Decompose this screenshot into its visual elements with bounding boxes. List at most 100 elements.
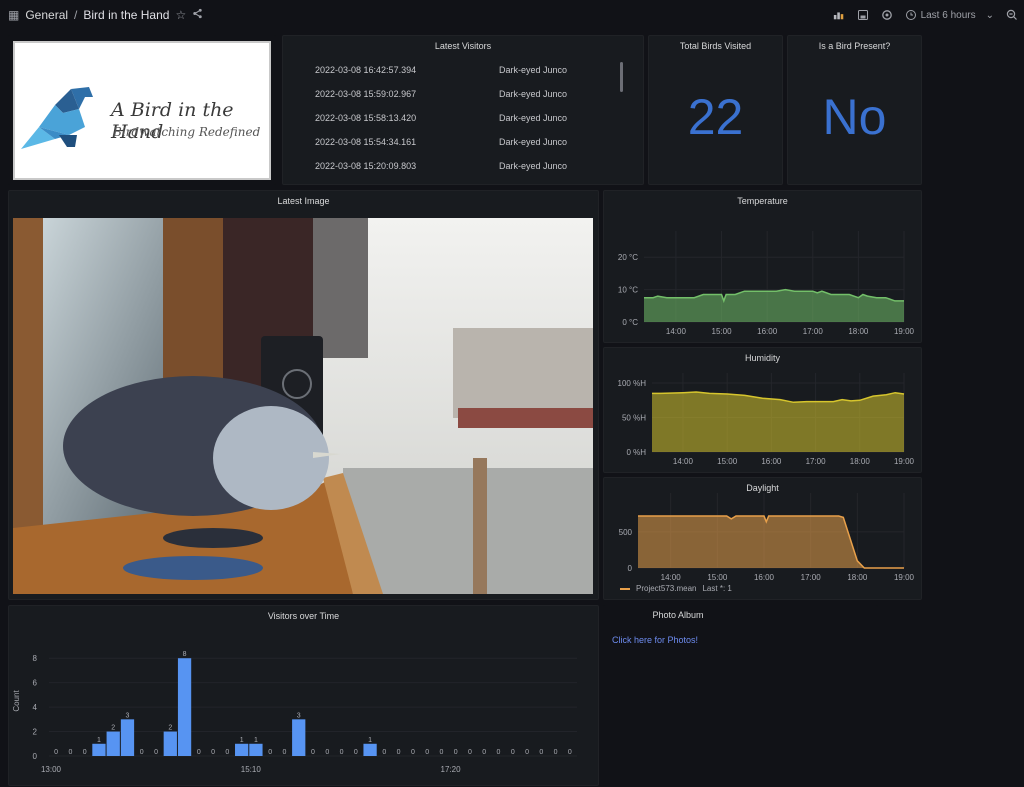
- logo-image: A Bird in the Hand Birdwatching Redefine…: [13, 41, 271, 180]
- bar-value-label: 0: [439, 749, 443, 756]
- y-tick-label: 0: [628, 564, 633, 573]
- visit-time: 2022-03-08 15:20:09.803: [315, 161, 417, 171]
- bar-value-label: 2: [111, 725, 115, 732]
- share-icon[interactable]: [192, 8, 203, 22]
- time-range-picker[interactable]: Last 6 hours ⌄: [905, 9, 994, 21]
- logo-subtitle: Birdwatching Redefined: [113, 125, 261, 139]
- y-tick-label: 0 °C: [622, 318, 638, 327]
- y-tick-label: 50 %H: [622, 414, 646, 423]
- save-icon: [857, 10, 868, 20]
- photo-album-link[interactable]: Click here for Photos!: [612, 635, 698, 645]
- legend-swatch: [620, 587, 630, 590]
- x-tick-label: 16:00: [761, 457, 782, 466]
- bar-value-label: 0: [311, 749, 315, 756]
- bar-value-label: 0: [468, 749, 472, 756]
- gear-icon: [881, 10, 892, 20]
- visit-species: Dark-eyed Junco: [499, 161, 568, 171]
- bar-value-label: 1: [368, 737, 372, 744]
- visit-time: 2022-03-08 15:54:34.161: [315, 137, 417, 147]
- dashboards-grid-icon[interactable]: ▦: [8, 8, 19, 22]
- chevron-down-icon: ⌄: [985, 9, 994, 21]
- humidity-chart: 0 %H 50 %H 100 %H 14:00 15:00 16:00 17:00 18:00…: [618, 373, 915, 466]
- temperature-chart: 0 °C 10 °C 20 °C 14:00 15:00 16:00 17:00 18:00 1…: [618, 231, 915, 336]
- bar-value-label: 0: [525, 749, 529, 756]
- panel-title: Total Birds Visited: [679, 41, 752, 51]
- photo-album-panel: Photo Album Click here for Photos!: [603, 605, 878, 786]
- bar-value-label: 8: [183, 651, 187, 658]
- save-dashboard-button[interactable]: [857, 9, 869, 21]
- toolbar: Last 6 hours ⌄: [833, 0, 1018, 30]
- y-tick-label: 0: [33, 752, 38, 761]
- visitors-over-time-panel: Visitors over Time 0 2 4 6 8 Count 0 0 0 1 2 3 0 0 2 8 0…: [8, 605, 599, 786]
- add-panel-button[interactable]: [833, 9, 845, 21]
- bar-value-label: 0: [154, 749, 158, 756]
- total-birds-panel: Total Birds Visited 22: [648, 35, 783, 185]
- bar-value-label: 0: [54, 749, 58, 756]
- bar-value-label: 0: [340, 749, 344, 756]
- humidity-panel: Humidity 0 %H 50 %H 100 %H 14:00 15:00 16:00 1…: [603, 347, 922, 473]
- zoom-out-button[interactable]: [1006, 9, 1018, 21]
- bar-value-label: 0: [325, 749, 329, 756]
- bar-value-label: 1: [254, 737, 258, 744]
- bar-value-label: 0: [411, 749, 415, 756]
- series-area: [638, 516, 904, 568]
- latest-visitors-panel: Latest Visitors 2022-03-08 16:42:57.394 …: [282, 35, 644, 185]
- visit-time: 2022-03-08 15:58:13.420: [315, 113, 417, 123]
- bar-value-label: 0: [68, 749, 72, 756]
- y-tick-label: 100 %H: [618, 379, 647, 388]
- breadcrumb-separator: /: [74, 8, 78, 22]
- bar-value-label: 0: [568, 749, 572, 756]
- bar: [249, 743, 263, 756]
- table-scrollbar[interactable]: [620, 62, 623, 92]
- bar: [235, 743, 249, 756]
- bar: [163, 731, 177, 756]
- bar-value-label: 0: [425, 749, 429, 756]
- zoom-out-icon: [1006, 9, 1017, 20]
- bar-value-label: 0: [225, 749, 229, 756]
- table-row[interactable]: 2022-03-08 15:54:34.161 Dark-eyed Junco: [283, 137, 623, 157]
- dashboard-title[interactable]: Bird in the Hand: [83, 8, 169, 22]
- y-tick-label: 20 °C: [618, 253, 638, 262]
- bar-value-label: 3: [126, 712, 130, 719]
- panel-title: Latest Visitors: [434, 41, 492, 51]
- x-tick-label: 18:00: [848, 327, 869, 336]
- bar: [363, 743, 377, 756]
- bar-value-label: 0: [397, 749, 401, 756]
- y-tick-label: 10 °C: [618, 286, 638, 295]
- total-birds-value: 22: [687, 89, 744, 145]
- x-tick-label: 14:00: [661, 573, 682, 582]
- x-tick-label: 15:00: [717, 457, 738, 466]
- series-area: [652, 392, 904, 452]
- y-axis-label: Count: [12, 690, 21, 712]
- x-tick-label: 19:00: [894, 457, 915, 466]
- y-tick-label: 0 %H: [626, 448, 646, 457]
- x-tick-label: 14:00: [666, 327, 687, 336]
- x-tick-label: 13:00: [41, 765, 62, 774]
- panel-title: Latest Image: [277, 196, 330, 206]
- settings-button[interactable]: [881, 9, 893, 21]
- bar: [177, 658, 192, 756]
- logo-panel: A Bird in the Hand Birdwatching Redefine…: [8, 35, 276, 185]
- table-row[interactable]: 2022-03-08 15:59:02.967 Dark-eyed Junco: [283, 89, 623, 109]
- breadcrumb-section[interactable]: General: [25, 8, 68, 22]
- x-tick-label: 19:00: [894, 573, 915, 582]
- table-row[interactable]: 2022-03-08 15:20:09.803 Dark-eyed Junco: [283, 161, 623, 181]
- table-row[interactable]: 2022-03-08 15:58:13.420 Dark-eyed Junco: [283, 113, 623, 133]
- table-row[interactable]: 2022-03-08 16:42:57.394 Dark-eyed Junco: [283, 65, 623, 85]
- x-tick-label: 15:10: [241, 765, 262, 774]
- bird-photo[interactable]: [13, 218, 593, 594]
- chart-legend[interactable]: Project573.mean Last *: 1: [620, 584, 732, 593]
- visit-time: 2022-03-08 15:59:02.967: [315, 89, 417, 99]
- x-tick-label: 15:00: [712, 327, 733, 336]
- panel-title: Photo Album: [652, 610, 704, 620]
- time-range-label: Last 6 hours: [920, 9, 976, 21]
- bar-value-label: 0: [354, 749, 358, 756]
- bar: [292, 719, 306, 756]
- star-icon[interactable]: ☆: [175, 8, 186, 22]
- y-tick-label: 500: [619, 528, 633, 537]
- bar-value-label: 0: [511, 749, 515, 756]
- bar: [92, 743, 106, 756]
- bar: [106, 731, 120, 756]
- visit-species: Dark-eyed Junco: [499, 65, 568, 75]
- bar-value-label: 1: [97, 737, 101, 744]
